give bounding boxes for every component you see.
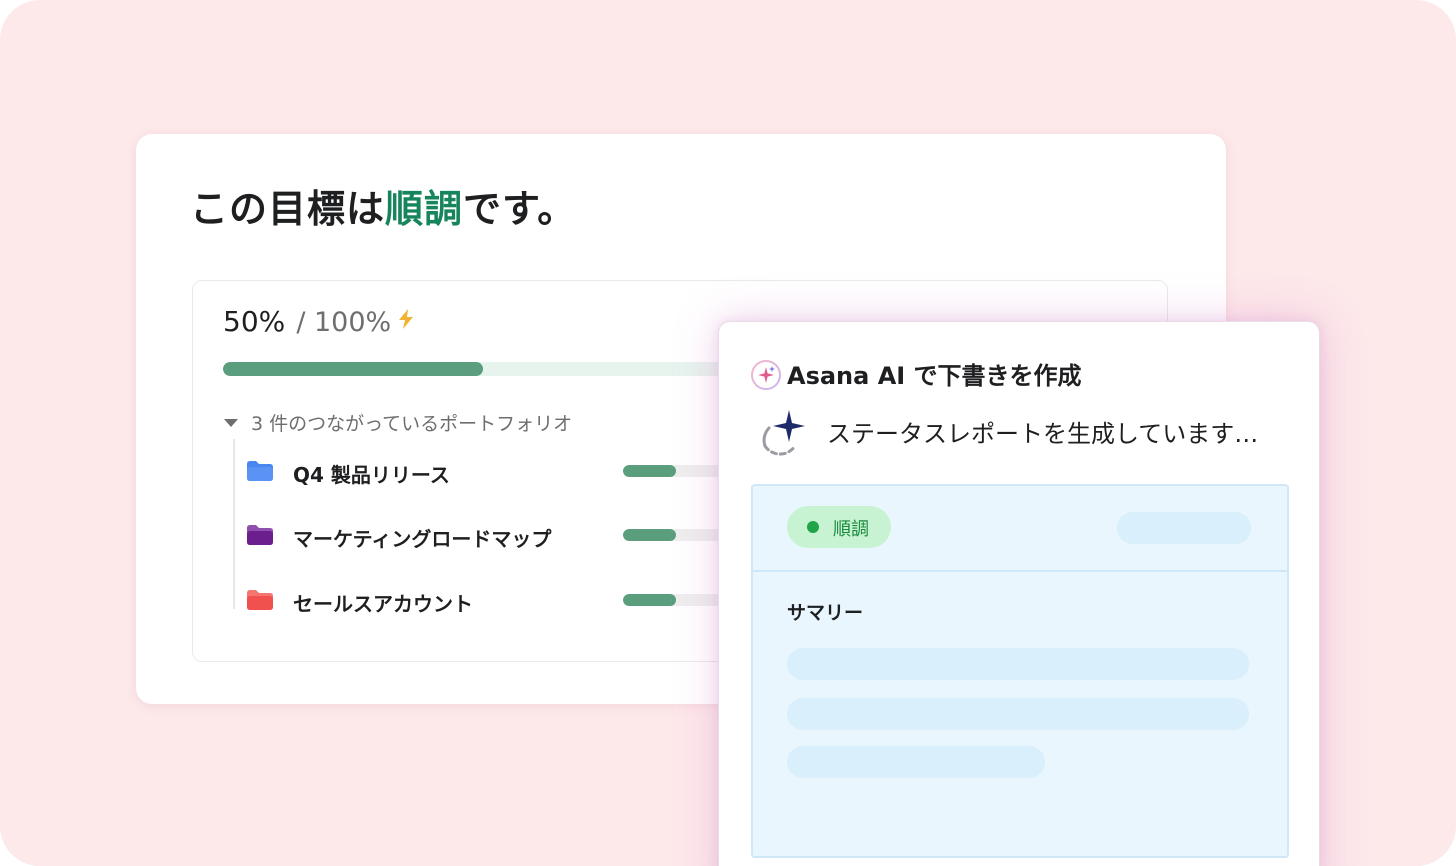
placeholder-line (787, 698, 1249, 730)
asana-ai-icon (751, 360, 781, 394)
caret-down-icon (223, 411, 239, 433)
lightning-icon (398, 309, 414, 333)
goal-title-prefix: この目標は (190, 187, 386, 231)
portfolio-name: Q4 製品リリース (293, 463, 450, 487)
status-dot (807, 521, 819, 533)
generating-status: ステータスレポートを生成しています… (757, 408, 1258, 464)
ai-panel-title: Asana AI で下書きを作成 (787, 362, 1082, 390)
goal-progress-bar (223, 362, 743, 376)
goal-title-status: 順調 (385, 187, 464, 231)
sparkle-spinner-icon (757, 408, 809, 464)
folder-icon (247, 525, 273, 549)
generating-text: ステータスレポートを生成しています… (827, 420, 1259, 448)
goal-status-heading: この目標は順調です。 (190, 178, 576, 233)
tree-line (233, 439, 235, 609)
folder-icon (247, 461, 273, 485)
page-background: この目標は順調です。 50% / 100% 3 件のつながっているポートフォリオ (0, 0, 1456, 866)
progress-current: 50% (223, 305, 286, 338)
status-badge: 順調 (787, 506, 891, 548)
portfolio-name: セールスアカウント (293, 592, 473, 616)
status-report-preview: 順調 サマリー (751, 484, 1289, 858)
placeholder-line (787, 746, 1045, 778)
status-badge-label: 順調 (833, 519, 869, 540)
placeholder-line (787, 648, 1249, 680)
portfolio-item[interactable]: Q4 製品リリース (247, 457, 763, 487)
connected-portfolios-toggle[interactable]: 3 件のつながっているポートフォリオ (223, 409, 572, 436)
progress-percentage: 50% / 100% (223, 305, 414, 338)
portfolio-progress-fill (623, 529, 677, 541)
portfolio-progress-fill (623, 594, 677, 606)
goal-progress-fill (223, 362, 483, 376)
progress-total: / 100% (296, 307, 392, 338)
folder-icon (247, 590, 273, 614)
placeholder-bar (1117, 512, 1251, 544)
portfolio-name: マーケティングロードマップ (293, 527, 552, 551)
ai-panel-header: Asana AI で下書きを作成 (751, 356, 1082, 394)
goal-title-suffix: です。 (463, 187, 577, 231)
portfolio-item[interactable]: セールスアカウント (247, 586, 763, 616)
summary-heading: サマリー (787, 602, 864, 624)
connected-portfolios-label: 3 件のつながっているポートフォリオ (251, 413, 573, 435)
portfolio-progress-fill (623, 465, 677, 477)
asana-ai-panel: Asana AI で下書きを作成 ステータスレポートを生成しています… 順調 サ… (718, 321, 1320, 866)
portfolio-item[interactable]: マーケティングロードマップ (247, 521, 763, 551)
report-header: 順調 (753, 486, 1287, 572)
